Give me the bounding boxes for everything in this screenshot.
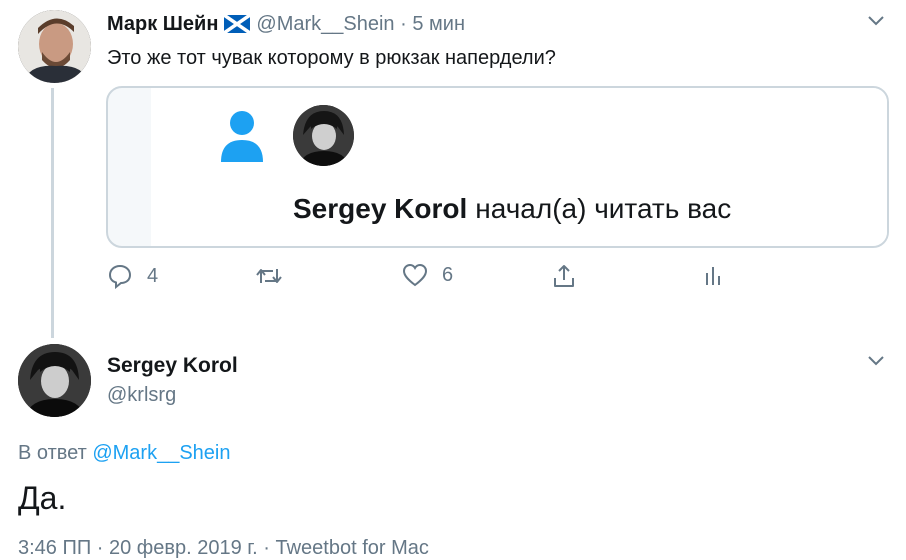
reply-author-handle[interactable]: @krlsrg <box>107 384 176 407</box>
author-handle[interactable]: @Mark__Shein <box>256 13 394 35</box>
reply-to-line: В ответ @Mark__Shein <box>18 442 230 465</box>
share-icon <box>554 265 574 287</box>
reply-to-prefix: В ответ <box>18 442 87 464</box>
thread-connector-line <box>51 88 54 338</box>
card-image: Sergey Korol начал(а) читать вас <box>151 88 887 246</box>
author-avatar[interactable] <box>18 10 91 83</box>
tweet-time[interactable]: 5 мин <box>412 13 465 35</box>
reply-author-avatar[interactable] <box>18 344 91 417</box>
tweet-timestamp-meta[interactable]: 3:46 ПП · 20 февр. 2019 г. · Tweetbot fo… <box>18 537 429 560</box>
reply-button[interactable]: 4 <box>107 263 158 289</box>
reply-author-name[interactable]: Sergey Korol <box>107 354 238 378</box>
reply-to-handle-link[interactable]: @Mark__Shein <box>92 442 230 464</box>
reply-count: 4 <box>147 264 159 287</box>
reply-tweet-text: Да. <box>18 480 67 516</box>
retweet-button[interactable] <box>255 263 283 289</box>
like-button[interactable]: 6 <box>402 263 453 287</box>
scotland-flag-icon <box>223 13 252 41</box>
person-icon <box>221 111 263 162</box>
separator-dot: · <box>400 13 407 35</box>
tweet-header: Марк Шейн @Mark__Shein · 5 мин <box>107 10 465 41</box>
chevron-down-icon[interactable] <box>866 354 886 368</box>
quoted-image-card[interactable]: Sergey Korol начал(а) читать вас <box>106 86 889 248</box>
card-user-name: Sergey Korol <box>293 193 468 224</box>
retweet-icon <box>256 269 282 283</box>
heart-icon <box>402 263 428 287</box>
analytics-bars-icon <box>706 267 720 285</box>
card-caption: Sergey Korol начал(а) читать вас <box>293 192 731 226</box>
analytics-button[interactable] <box>703 263 723 287</box>
author-name[interactable]: Марк Шейн <box>107 13 218 35</box>
reply-icon <box>108 264 132 289</box>
chevron-down-icon[interactable] <box>866 14 886 28</box>
card-action-text: начал(а) читать вас <box>475 193 732 224</box>
tweet-text: Это же тот чувак которому в рюкзак напер… <box>107 47 556 69</box>
follower-avatar <box>293 105 354 166</box>
like-count: 6 <box>442 263 454 286</box>
share-button[interactable] <box>551 263 577 289</box>
